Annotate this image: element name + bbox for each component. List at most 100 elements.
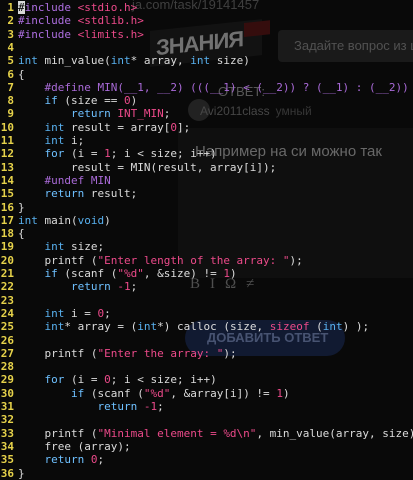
code-line[interactable]: 19 int size;	[0, 240, 104, 254]
code-line[interactable]: 9 return INT_MIN;	[0, 107, 170, 120]
code-text: return INT_MIN;	[18, 107, 170, 120]
code-token: {	[18, 227, 25, 241]
code-token: , &array[i]) !=	[170, 386, 277, 400]
code-token: ;	[97, 453, 105, 467]
code-text: for (i = 1; i < size; i++)	[18, 147, 217, 160]
code-token: (i =	[64, 147, 105, 161]
code-text: return -1;	[18, 280, 137, 293]
code-line[interactable]: 1 #include <stdio.h>	[0, 1, 137, 15]
line-number: 4	[7, 40, 14, 54]
code-text: int result = array[0];	[18, 120, 191, 134]
code-token: int	[110, 54, 131, 68]
code-line[interactable]: 5 int min_value(int* array, int size)	[0, 54, 249, 67]
code-token: * array,	[130, 54, 191, 68]
code-line[interactable]: 29 for (i = 0; i < size; i++)	[0, 373, 217, 386]
code-text: return 0;	[18, 453, 105, 467]
code-token: i;	[64, 134, 85, 147]
line-number: 34	[0, 439, 14, 453]
code-line[interactable]: 7 #define MIN(__1, __2) (((__1) < (__2))…	[0, 80, 408, 94]
line-number: 14	[0, 173, 14, 187]
code-text: printf ("Minimal element = %d\n", min_va…	[18, 427, 413, 440]
code-token: ) );	[342, 320, 370, 334]
code-line[interactable]: 24 int i = 0;	[0, 307, 111, 320]
code-line[interactable]: 12 for (i = 1; i < size; i++)	[0, 147, 217, 160]
code-line[interactable]: 22 return -1;	[0, 280, 137, 294]
code-line[interactable]: 21 if (scanf ("%d", &size) != 1)	[0, 267, 237, 280]
code-line[interactable]: 8 if (size == 0)	[0, 94, 137, 108]
code-text: #include <limits.h>	[18, 28, 144, 41]
code-line[interactable]: 3 #include <limits.h>	[0, 28, 143, 41]
code-line[interactable]: 34 free (array);	[0, 439, 131, 453]
code-token: return	[70, 280, 111, 294]
code-token: int	[44, 306, 65, 320]
code-line[interactable]: 10 int result = array[0];	[0, 121, 190, 134]
code-line[interactable]: 31 return -1;	[0, 400, 164, 413]
code-text: int min_value(int* array, int size)	[18, 54, 250, 67]
code-line[interactable]: 16}	[0, 201, 25, 214]
code-token: )	[104, 213, 111, 227]
code-token: 1	[276, 386, 283, 400]
code-line[interactable]: 33 printf ("Minimal element = %d\n", min…	[0, 427, 413, 440]
code-token: int	[322, 320, 343, 334]
code-token: return	[97, 400, 138, 413]
line-number: 27	[0, 346, 14, 360]
code-token: (scanf (	[57, 267, 118, 280]
code-line[interactable]: 13 result = MIN(result, array[i]);	[0, 161, 277, 174]
code-token: int	[18, 213, 38, 227]
code-token: result = array[	[64, 120, 171, 134]
code-token: ;	[157, 400, 164, 413]
code-line[interactable]: 14 #undef MIN	[0, 173, 111, 187]
code-line[interactable]: 25 int* array = (int*) calloc (size, siz…	[0, 320, 369, 333]
line-number: 19	[0, 240, 14, 254]
line-number: 22	[0, 280, 14, 294]
code-line[interactable]: 4	[0, 41, 14, 54]
code-text: }	[18, 467, 25, 480]
code-line[interactable]: 30 if (scanf ("%d", &array[i]) != 1)	[0, 386, 290, 400]
code-line[interactable]: 6{	[0, 68, 24, 81]
code-line[interactable]: 23	[0, 294, 14, 307]
code-token: if	[44, 94, 58, 108]
line-number: 30	[0, 386, 14, 400]
code-line[interactable]: 15 return result;	[0, 187, 137, 200]
line-number: 7	[7, 80, 14, 94]
code-token: 1	[104, 147, 111, 161]
code-text: #include <stdlib.h>	[18, 14, 144, 27]
code-token: "%d"	[117, 267, 144, 280]
code-text: int main(void)	[18, 214, 111, 227]
code-line[interactable]: 17 int main(void)	[0, 213, 111, 227]
code-line[interactable]: 35 return 0;	[0, 453, 104, 466]
code-token: int	[18, 54, 38, 68]
code-token: )	[130, 94, 138, 108]
code-line[interactable]: 20 printf ("Enter length of the array: "…	[0, 254, 303, 267]
code-text: }	[18, 201, 25, 214]
code-token: int	[44, 134, 65, 147]
code-line[interactable]: 32	[0, 413, 14, 426]
code-line[interactable]: 27 printf ("Enter the array: ");	[0, 346, 237, 360]
code-token: int	[44, 240, 65, 254]
code-line[interactable]: 2 #include <stdlib.h>	[0, 14, 143, 27]
code-editor[interactable]: 1 #include <stdio.h> 2 #include <stdlib.h> 3…	[0, 0, 413, 480]
code-token: ;	[104, 306, 111, 320]
code-token: sizeof	[269, 320, 310, 334]
code-line[interactable]: 18 {	[0, 227, 25, 241]
code-token: }	[18, 466, 25, 480]
code-token: );	[223, 346, 237, 360]
code-text: #define MIN(__1, __2) (((__1) < (__2)) ?…	[18, 81, 408, 94]
line-number: 18	[0, 227, 14, 241]
code-text: free (array);	[18, 440, 130, 453]
code-line[interactable]: 36}	[0, 467, 25, 480]
code-line[interactable]: 11 int i;	[0, 134, 85, 147]
line-number: 17	[0, 213, 14, 227]
code-line[interactable]: 26	[0, 334, 14, 347]
line-number: 8	[7, 94, 14, 108]
code-line[interactable]: 28	[0, 360, 14, 373]
code-token: (	[309, 320, 323, 334]
code-text: for (i = 0; i < size; i++)	[18, 373, 217, 386]
code-text: if (size == 0)	[18, 94, 138, 108]
code-token: * array = (	[64, 320, 138, 334]
code-text: result = MIN(result, array[i]);	[18, 161, 276, 174]
